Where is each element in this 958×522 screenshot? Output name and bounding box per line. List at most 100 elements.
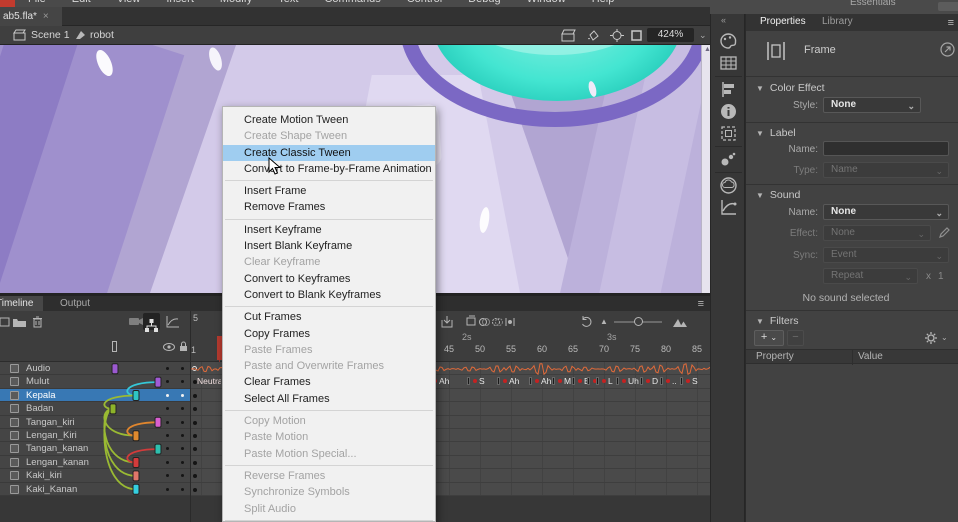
brush-library-panel-icon[interactable] <box>719 150 738 169</box>
menu-item-convert-to-keyframes[interactable]: Convert to Keyframes <box>223 271 435 287</box>
menu-item-remove-frames[interactable]: Remove Frames <box>223 199 435 215</box>
layer-visibility-dot[interactable] <box>166 488 169 491</box>
menu-item-insert-blank-keyframe[interactable]: Insert Blank Keyframe <box>223 238 435 254</box>
menu-help[interactable]: Help <box>579 0 628 6</box>
swatches-panel-icon[interactable] <box>719 54 738 73</box>
layer-visibility-dot[interactable] <box>166 380 169 383</box>
keyframe-dot[interactable] <box>646 379 650 383</box>
layer-visibility-dot[interactable] <box>166 407 169 410</box>
reset-zoom-icon[interactable] <box>580 315 593 328</box>
layer-row-kaki_kanan[interactable]: Kaki_Kanan <box>0 483 190 496</box>
layer-lock-dot[interactable] <box>181 474 184 477</box>
keyframe-dot[interactable] <box>535 379 539 383</box>
search-input[interactable] <box>938 2 958 11</box>
keyframe-dot[interactable] <box>193 461 197 465</box>
keyframe-dot[interactable] <box>193 474 197 478</box>
menu-item-convert-to-frame-by-frame-animation[interactable]: Convert to Frame-by-Frame Animation› <box>223 161 435 177</box>
expand-panels-icon[interactable]: « <box>721 15 725 25</box>
keyframe-dot[interactable] <box>558 379 562 383</box>
keyframe-dot[interactable] <box>193 434 197 438</box>
menu-view[interactable]: View <box>104 0 154 6</box>
section-filters[interactable]: ▼Filters <box>756 315 799 327</box>
layer-lock-dot[interactable] <box>181 407 184 410</box>
section-color-effect[interactable]: ▼Color Effect <box>756 82 825 94</box>
layer-lock-dot[interactable] <box>181 447 184 450</box>
menu-item-insert-frame[interactable]: Insert Frame <box>223 183 435 199</box>
layer-visibility-dot[interactable] <box>166 461 169 464</box>
menu-item-select-all-frames[interactable]: Select All Frames <box>223 391 435 407</box>
keyframe-flag-icon[interactable] <box>616 377 619 385</box>
layer-row-tangan_kanan[interactable]: Tangan_kanan <box>0 442 190 455</box>
stage-vertical-scrollbar[interactable]: ▲ <box>701 45 710 293</box>
camera-icon[interactable] <box>561 29 576 42</box>
layer-visibility-dot[interactable] <box>166 367 169 370</box>
label-name-input[interactable] <box>823 141 949 156</box>
align-panel-icon[interactable] <box>719 80 738 99</box>
camera-layer-icon[interactable] <box>128 315 144 327</box>
layer-row-lengan_kanan[interactable]: Lengan_kanan <box>0 456 190 469</box>
style-dropdown[interactable]: None⌄ <box>823 97 921 113</box>
keyframe-flag-icon[interactable] <box>552 377 555 385</box>
menu-item-convert-to-blank-keyframes[interactable]: Convert to Blank Keyframes <box>223 287 435 303</box>
layer-lock-dot[interactable] <box>181 461 184 464</box>
lock-column-icon[interactable] <box>179 341 188 352</box>
keyframe-dot[interactable] <box>473 379 477 383</box>
menu-window[interactable]: Window <box>514 0 579 6</box>
cc-libraries-panel-icon[interactable] <box>719 176 738 195</box>
keyframe-dot[interactable] <box>686 379 690 383</box>
layer-row-audio[interactable]: Audio <box>0 362 190 375</box>
menu-item-create-motion-tween[interactable]: Create Motion Tween <box>223 112 435 128</box>
tab-timeline[interactable]: Timeline <box>0 296 43 311</box>
keyframe-flag-icon[interactable] <box>596 377 599 385</box>
menu-modify[interactable]: Modify <box>207 0 265 6</box>
breadcrumb-symbol[interactable]: robot <box>90 29 114 41</box>
layer-row-lengan_kiri[interactable]: Lengan_Kiri <box>0 429 190 442</box>
keyframe-dot[interactable] <box>666 379 670 383</box>
layer-lock-dot[interactable] <box>181 380 184 383</box>
tab-library[interactable]: Library <box>822 16 853 27</box>
layer-visibility-dot[interactable] <box>166 434 169 437</box>
layer-lock-dot[interactable] <box>181 421 184 424</box>
graph-view-icon[interactable] <box>165 315 180 329</box>
keyframe-flag-icon[interactable] <box>572 377 575 385</box>
keyframe-flag-icon[interactable] <box>660 377 663 385</box>
gear-dropdown-icon[interactable]: ⌄ <box>941 333 948 342</box>
color-panel-icon[interactable] <box>719 32 738 51</box>
menu-edit[interactable]: Edit <box>59 0 104 6</box>
new-layer-icon[interactable] <box>0 315 10 329</box>
layer-visibility-dot[interactable] <box>166 394 169 397</box>
timeline-zoom-slider-knob[interactable] <box>634 317 643 326</box>
keyframe-flag-icon[interactable] <box>680 377 683 385</box>
layer-visibility-dot[interactable] <box>166 421 169 424</box>
workspace-switcher[interactable]: Essentials <box>850 0 896 8</box>
keyframe-flag-icon[interactable] <box>640 377 643 385</box>
menu-item-insert-keyframe[interactable]: Insert Keyframe <box>223 222 435 238</box>
layer-lock-dot[interactable] <box>181 488 184 491</box>
center-playhead-icon[interactable] <box>440 315 454 329</box>
tab-properties[interactable]: Properties <box>760 16 806 27</box>
keyframe-dot[interactable] <box>193 394 197 398</box>
keyframe-dot[interactable] <box>503 379 507 383</box>
new-folder-icon[interactable] <box>12 315 27 329</box>
center-stage-icon[interactable] <box>610 29 624 42</box>
menu-file[interactable]: File <box>15 0 59 6</box>
layer-lock-dot[interactable] <box>181 394 184 397</box>
section-label[interactable]: ▼Label <box>756 127 796 139</box>
menu-debug[interactable]: Debug <box>455 0 513 6</box>
section-sound[interactable]: ▼Sound <box>756 189 800 201</box>
timeline-split-divider[interactable] <box>190 311 191 522</box>
layer-visibility-dot[interactable] <box>166 447 169 450</box>
zoom-in-timeline-icon[interactable] <box>672 315 688 328</box>
menu-item-create-classic-tween[interactable]: Create Classic Tween <box>223 145 435 161</box>
document-tab[interactable]: ab5.fla* × <box>0 7 62 26</box>
menu-commands[interactable]: Commands <box>311 0 393 6</box>
layer-row-tangan_kiri[interactable]: Tangan_kiri <box>0 416 190 429</box>
clip-content-icon[interactable] <box>630 29 643 42</box>
keyframe-dot[interactable] <box>622 379 626 383</box>
keyframe-dot[interactable] <box>602 379 606 383</box>
menu-text[interactable]: Text <box>265 0 311 6</box>
onion-outline-icon[interactable] <box>491 315 503 328</box>
menu-item-clear-frames[interactable]: Clear Frames <box>223 374 435 390</box>
keyframe-dot[interactable] <box>193 447 197 451</box>
info-panel-icon[interactable] <box>719 102 738 121</box>
